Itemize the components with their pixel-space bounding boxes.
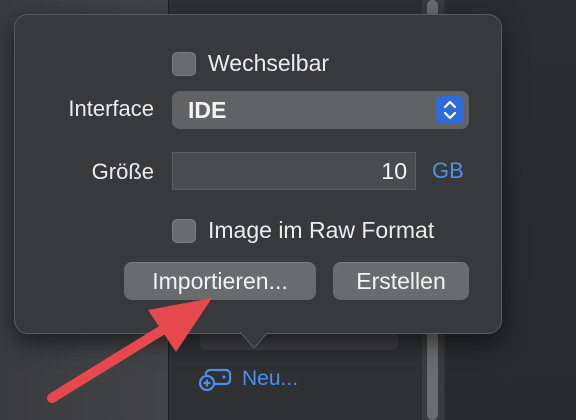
interface-label: Interface [68,96,154,121]
interface-select[interactable]: IDE [172,91,469,129]
removable-checkbox[interactable] [172,51,196,76]
up-down-chevron-icon [436,96,464,124]
removable-label: Wechselbar [208,50,330,76]
import-button[interactable]: Importieren... [124,262,316,300]
popover-arrow [240,326,268,349]
raw-format-checkbox[interactable] [172,218,196,243]
size-input[interactable]: 10 [172,152,416,190]
raw-format-label: Image im Raw Format [208,217,435,243]
create-button[interactable]: Erstellen [333,262,469,300]
raw-format-row: Image im Raw Format [172,217,434,244]
size-label: Größe [91,159,154,184]
hard-drive-plus-icon [198,366,232,392]
size-unit: GB [432,158,464,183]
new-drive-label: Neu... [242,367,299,390]
interface-value: IDE [188,96,227,123]
removable-row: Wechselbar [172,50,329,77]
new-drive-button[interactable]: Neu... [198,364,298,394]
